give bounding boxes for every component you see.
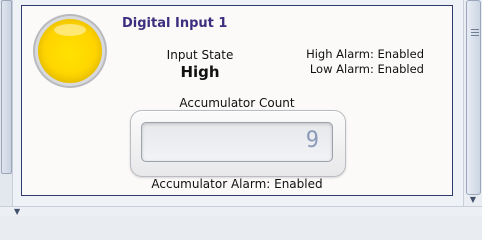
panel-title: Digital Input 1 — [122, 16, 228, 31]
left-scrollbar-thumb[interactable] — [1, 0, 12, 174]
low-alarm-status: Low Alarm: Enabled — [309, 62, 424, 76]
accumulator-counter-screen: 9 — [141, 122, 333, 162]
bottom-scrollbar[interactable]: ▼ — [0, 206, 482, 216]
left-scrollbar[interactable] — [0, 0, 13, 206]
app-window: Digital Input 1 Input State High High Al… — [0, 0, 482, 216]
scrollbar-grip-icon — [471, 29, 479, 37]
accumulator-count-label: Accumulator Count — [179, 96, 295, 110]
accumulator-count-value: 9 — [305, 128, 320, 153]
right-scrollbar-thumb[interactable] — [466, 0, 481, 195]
accumulator-alarm-status: Accumulator Alarm: Enabled — [151, 177, 323, 191]
right-scrollbar[interactable]: ▼ — [463, 0, 482, 207]
accumulator-counter-display: 9 — [130, 110, 346, 177]
chevron-down-icon[interactable]: ▼ — [467, 194, 479, 205]
input-state-label: Input State — [166, 48, 234, 62]
high-alarm-status: High Alarm: Enabled — [306, 47, 424, 61]
indicator-lamp-icon — [38, 19, 102, 83]
chevron-down-icon[interactable]: ▼ — [14, 207, 20, 216]
lamp-highlight — [54, 24, 86, 36]
input-state-value: High — [180, 63, 220, 81]
digital-input-panel: Digital Input 1 Input State High High Al… — [21, 5, 453, 196]
